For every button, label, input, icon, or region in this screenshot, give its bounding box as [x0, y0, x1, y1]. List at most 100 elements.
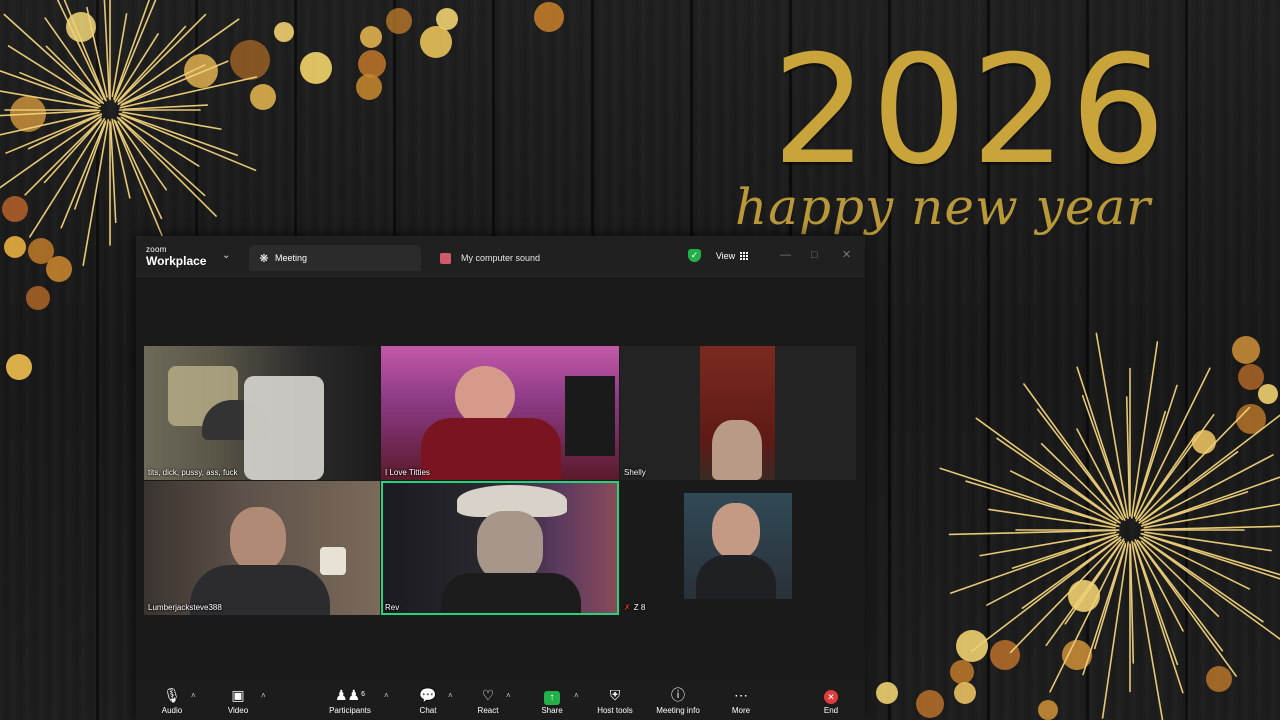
share-options-chevron-icon[interactable]: ˄ [574, 691, 579, 700]
view-button[interactable]: View [707, 247, 757, 265]
firework-spark [1140, 537, 1264, 623]
firework-spark [119, 76, 258, 109]
video-label: Video [227, 706, 249, 715]
firework-spark [1142, 525, 1280, 531]
chat-options-chevron-icon[interactable]: ˄ [448, 691, 453, 700]
tab-meeting[interactable]: ❋ Meeting [249, 245, 421, 271]
firework-spark [1143, 503, 1280, 529]
participant-tile[interactable]: tits, dick, pussy, ass, fuck [144, 346, 380, 480]
minimize-icon[interactable]: — [780, 248, 791, 262]
video-camera-icon: ▣ [231, 687, 245, 703]
meeting-info-button[interactable]: ⓘ Meeting info [648, 686, 708, 715]
host-tools-button[interactable]: ⛨ Host tools [585, 686, 645, 715]
microphone-muted-icon: ✗ [624, 603, 631, 612]
firework-spark [1125, 396, 1131, 516]
end-label: End [823, 706, 839, 715]
end-call-icon: ✕ [801, 686, 861, 704]
participant-name: Lumberjacksteve388 [148, 603, 222, 612]
video-options-chevron-icon[interactable]: ˄ [261, 691, 266, 700]
participants-label: Participants [329, 706, 371, 715]
video-feed-subject [455, 366, 515, 426]
more-label: More [731, 706, 751, 715]
firework-spark [118, 113, 257, 172]
participant-name: I Love Titties [385, 468, 430, 477]
firework-spark [1136, 539, 1237, 677]
firework-spark [116, 116, 217, 217]
participant-tile[interactable]: ✗ Z 8 [620, 481, 856, 615]
host-tools-label: Host tools [597, 706, 633, 715]
firework-spark [1129, 544, 1135, 664]
chat-label: Chat [419, 706, 437, 715]
participants-options-chevron-icon[interactable]: ˄ [384, 691, 389, 700]
audio-label: Audio [161, 706, 183, 715]
bokeh-light [436, 8, 458, 30]
info-icon: ⓘ [671, 687, 685, 703]
video-feed-subject [441, 573, 581, 613]
firework-spark [109, 122, 117, 224]
firework-spark [0, 109, 101, 117]
share-button[interactable]: ↑ Share [522, 686, 582, 715]
firework-spark [948, 529, 1118, 536]
security-shield-icon[interactable]: ✓ [688, 249, 701, 262]
brand-product-name: Workplace [146, 254, 207, 268]
share-label: Share [541, 706, 563, 715]
firework-spark [113, 0, 157, 101]
share-screen-icon: ↑ [522, 686, 582, 705]
video-feed-subject [712, 503, 760, 559]
bokeh-light [6, 354, 32, 380]
paw-icon: ❋ [259, 252, 269, 265]
brand-logo-text: zoom [146, 245, 167, 254]
audio-options-chevron-icon[interactable]: ˄ [191, 691, 196, 700]
firework-spark [1101, 541, 1130, 719]
firework-spark [5, 114, 99, 154]
react-label: React [477, 706, 499, 715]
react-options-chevron-icon[interactable]: ˄ [506, 691, 511, 700]
video-feed-subject [712, 420, 762, 480]
video-feed-subject [477, 511, 543, 581]
meeting-info-label: Meeting info [656, 706, 700, 715]
bokeh-light [386, 8, 412, 34]
title-bar: zoom Workplace ⌄ ❋ Meeting My computer s… [136, 236, 865, 277]
video-button[interactable]: ▣ Video [208, 686, 268, 715]
video-gallery: tits, dick, pussy, ass, fuck I Love Titt… [144, 346, 856, 616]
sound-share-icon [440, 252, 451, 264]
tab-computer-sound-label: My computer sound [461, 253, 541, 263]
firework-spark [1134, 367, 1211, 520]
maximize-icon[interactable]: □ [811, 248, 818, 262]
participant-tile-active-speaker[interactable]: Rev [381, 481, 619, 615]
firework-spark [979, 531, 1117, 557]
end-meeting-button[interactable]: ✕ End [801, 686, 861, 715]
grid-icon [740, 252, 749, 260]
firework-spark [111, 118, 131, 199]
firework-bottom-right [939, 332, 1280, 720]
new-year-greeting: happy new year [735, 178, 1152, 236]
firework-spark [1130, 341, 1159, 519]
bokeh-light [420, 26, 452, 58]
firework-spark [82, 119, 110, 267]
video-feed-subject [230, 507, 286, 571]
participant-name: Rev [385, 603, 400, 612]
firework-spark [123, 104, 209, 111]
bokeh-light [360, 26, 382, 48]
participant-name: Z 8 [633, 603, 646, 612]
host-shield-icon: ⛨ [609, 687, 621, 703]
zoom-workplace-menu[interactable]: zoom Workplace [146, 245, 207, 268]
view-label: View [715, 251, 736, 261]
firework-spark [1023, 383, 1124, 521]
bokeh-light [356, 74, 382, 100]
participant-tile[interactable]: Lumberjacksteve388 [144, 481, 380, 615]
participant-tile[interactable]: Shelly [620, 346, 856, 480]
zoom-meeting-window: zoom Workplace ⌄ ❋ Meeting My computer s… [136, 236, 865, 720]
participants-button[interactable]: ♟♟6 Participants [320, 686, 380, 715]
more-options-icon: ⋯ [734, 687, 748, 703]
firework-spark [117, 18, 240, 105]
firework-spark [113, 0, 150, 100]
participant-tile[interactable]: I Love Titties [381, 346, 619, 480]
tab-computer-sound[interactable]: My computer sound [436, 245, 540, 271]
participant-name: Shelly [624, 468, 646, 477]
firework-top-left [0, 0, 258, 267]
firework-spark [996, 437, 1120, 523]
more-button[interactable]: ⋯ More [711, 686, 771, 715]
chevron-down-icon[interactable]: ⌄ [222, 250, 230, 261]
close-icon[interactable]: ✕ [842, 248, 851, 262]
